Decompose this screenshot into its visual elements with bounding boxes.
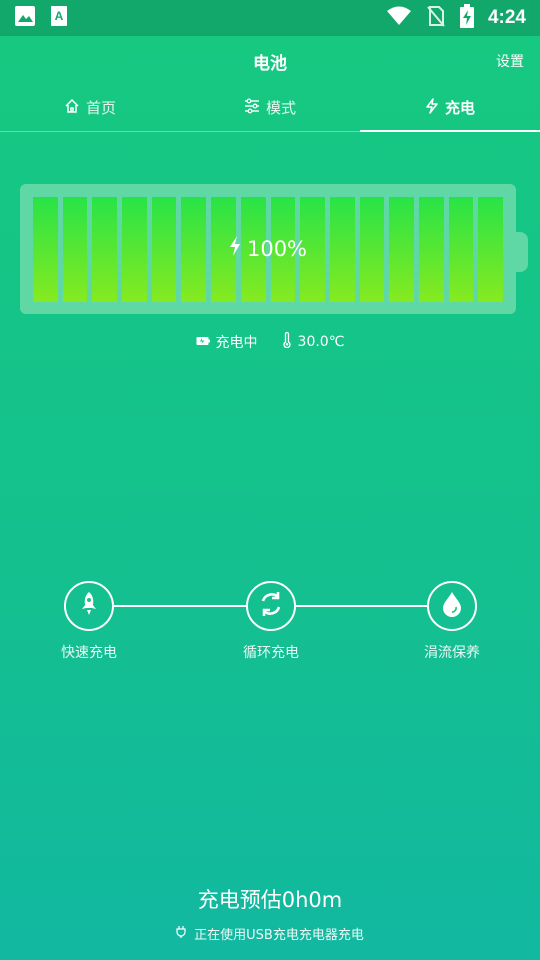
image-icon <box>14 5 36 31</box>
lightning-icon <box>425 97 439 118</box>
bolt-icon <box>229 236 241 261</box>
battery-percent: 100% <box>246 236 308 261</box>
charge-steps: 快速充电 循环充电 涓流保养 <box>0 580 540 670</box>
charger-note-text: 正在使用USB充电充电器充电 <box>194 928 364 943</box>
tab-charge[interactable]: 充电 <box>360 84 540 132</box>
settings-button[interactable]: 设置 <box>496 51 524 71</box>
text-a-icon: A <box>50 5 68 31</box>
rocket-icon <box>78 591 100 621</box>
step-fast-charge-label: 快速充电 <box>61 645 117 661</box>
thermometer-icon <box>282 331 292 352</box>
charge-status: 充电中 <box>196 332 258 352</box>
battery-small-icon <box>196 334 210 350</box>
charge-info-row: 充电中 30.0℃ <box>0 331 540 352</box>
no-sim-icon <box>426 5 446 31</box>
charge-estimate: 充电预估0h0m <box>197 888 343 912</box>
tab-home[interactable]: 首页 <box>0 84 180 131</box>
step-trickle-charge <box>427 581 477 631</box>
temperature: 30.0℃ <box>282 331 345 352</box>
tab-charge-label: 充电 <box>444 99 475 117</box>
charge-status-label: 充电中 <box>215 335 258 351</box>
step-cycle-charge-label: 循环充电 <box>243 645 299 661</box>
step-fast-charge <box>64 581 114 631</box>
app-bar: 电池 设置 <box>0 36 540 84</box>
wifi-icon <box>386 6 412 30</box>
temperature-value: 30.0℃ <box>297 334 345 350</box>
sliders-icon <box>244 98 260 118</box>
status-bar: A 4:24 <box>0 0 540 36</box>
tab-mode-label: 模式 <box>265 99 296 117</box>
battery-charging-icon <box>459 4 474 32</box>
step-cycle-charge <box>246 581 296 631</box>
water-drop-icon <box>441 591 463 621</box>
home-icon <box>64 98 80 118</box>
battery-tip <box>515 232 528 272</box>
tab-bar: 首页 模式 充电 <box>0 84 540 132</box>
plug-icon <box>176 925 186 942</box>
step-connector <box>296 605 427 607</box>
tab-home-label: 首页 <box>85 99 116 117</box>
status-time: 4:24 <box>487 7 526 28</box>
tab-mode[interactable]: 模式 <box>180 84 360 131</box>
charger-note: 正在使用USB充电充电器充电 <box>0 924 540 943</box>
battery-level-label: 100% <box>20 236 516 261</box>
page-title: 电池 <box>253 54 287 74</box>
cycle-icon <box>257 590 285 622</box>
step-connector <box>114 605 246 607</box>
svg-text:A: A <box>55 9 64 23</box>
step-trickle-charge-label: 涓流保养 <box>424 645 480 661</box>
